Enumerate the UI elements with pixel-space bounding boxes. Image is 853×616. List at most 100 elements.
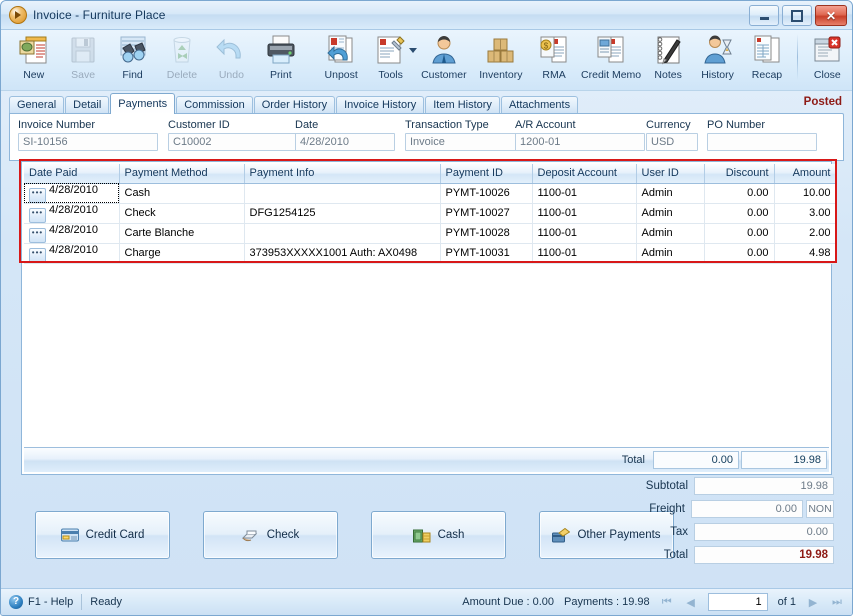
cell-deposit-account[interactable]: 1100-01: [532, 203, 637, 224]
cell-amount[interactable]: 10.00: [774, 183, 837, 204]
credit-card-icon: [60, 528, 79, 543]
cell-payment-info[interactable]: [244, 183, 441, 204]
col-payment-method[interactable]: Payment Method: [119, 164, 245, 184]
cell-discount[interactable]: 0.00: [704, 243, 775, 264]
toolbar-notes-button[interactable]: Notes: [643, 30, 692, 88]
cell-deposit-account[interactable]: 1100-01: [532, 183, 637, 204]
date-picker-icon[interactable]: •••: [29, 187, 46, 202]
cell-date-paid[interactable]: ••• 4/28/2010: [24, 203, 120, 224]
date-picker-icon[interactable]: •••: [29, 247, 46, 262]
first-page-button[interactable]: ⏮: [660, 596, 674, 609]
toolbar-rma-button[interactable]: $ RMA: [529, 30, 578, 88]
cell-payment-method[interactable]: Carte Blanche: [119, 223, 245, 244]
cell-date-paid[interactable]: ••• 4/28/2010: [24, 183, 120, 204]
maximize-button[interactable]: [782, 5, 812, 26]
cell-payment-id[interactable]: PYMT-10027: [440, 203, 533, 224]
cell-discount[interactable]: 0.00: [704, 183, 775, 204]
cell-date-paid[interactable]: ••• 4/28/2010: [24, 243, 120, 264]
toolbar-new-button[interactable]: New: [9, 30, 58, 88]
toolbar-undo-button[interactable]: Undo: [207, 30, 256, 88]
svg-text:$: $: [544, 42, 549, 51]
cell-user-id[interactable]: Admin: [636, 223, 705, 244]
toolbar-inventory-button[interactable]: Inventory: [472, 30, 529, 88]
date-input[interactable]: [295, 133, 395, 151]
cell-payment-info[interactable]: [244, 223, 441, 244]
help-label[interactable]: F1 - Help: [28, 596, 73, 608]
table-row[interactable]: ••• 4/28/2010 Check DFG1254125 PYMT-10027…: [24, 203, 837, 224]
toolbar-save-button[interactable]: Save: [58, 30, 107, 88]
cell-payment-id[interactable]: PYMT-10028: [440, 223, 533, 244]
po-number-input[interactable]: [707, 133, 817, 151]
toolbar-find-button[interactable]: Find: [108, 30, 157, 88]
cell-user-id[interactable]: Admin: [636, 183, 705, 204]
date-picker-icon[interactable]: •••: [29, 227, 46, 242]
date-picker-icon[interactable]: •••: [29, 207, 46, 222]
check-button[interactable]: Check: [203, 511, 338, 559]
toolbar-credit-memo-button[interactable]: Credit Memo: [579, 30, 644, 88]
col-date-paid[interactable]: Date Paid: [24, 164, 120, 184]
cash-button[interactable]: Cash: [371, 511, 506, 559]
tab-commission[interactable]: Commission: [176, 96, 253, 114]
tab-payments[interactable]: Payments: [110, 93, 176, 114]
cell-user-id[interactable]: Admin: [636, 243, 705, 264]
cell-payment-method[interactable]: Check: [119, 203, 245, 224]
cell-payment-info[interactable]: DFG1254125: [244, 203, 441, 224]
ar-account-input[interactable]: [515, 133, 645, 151]
toolbar-delete-button[interactable]: Delete: [157, 30, 206, 88]
cell-deposit-account[interactable]: 1100-01: [532, 223, 637, 244]
tab-order-history[interactable]: Order History: [253, 96, 336, 114]
toolbar-customer-button[interactable]: Customer: [415, 30, 472, 88]
subtotal-row: Subtotal 19.98: [594, 475, 834, 496]
cell-user-id[interactable]: Admin: [636, 203, 705, 224]
customer-id-input[interactable]: [168, 133, 308, 151]
col-amount[interactable]: Amount: [774, 164, 837, 184]
help-icon[interactable]: ?: [9, 595, 23, 609]
cell-payment-id[interactable]: PYMT-10026: [440, 183, 533, 204]
freight-tax-code[interactable]: NON: [806, 499, 834, 518]
cell-payment-method[interactable]: Charge: [119, 243, 245, 264]
toolbar-tools-button[interactable]: Tools: [366, 30, 418, 88]
freight-value[interactable]: 0.00: [691, 499, 803, 518]
tab-detail[interactable]: Detail: [65, 96, 110, 114]
cell-payment-method[interactable]: Cash: [119, 183, 245, 204]
amount-due-label: Amount Due : 0.00: [462, 596, 555, 608]
toolbar-history-label: History: [701, 69, 734, 81]
cell-amount[interactable]: 2.00: [774, 223, 837, 244]
cell-amount[interactable]: 4.98: [774, 243, 837, 264]
col-payment-info[interactable]: Payment Info: [244, 164, 441, 184]
cell-deposit-account[interactable]: 1100-01: [532, 243, 637, 264]
last-page-button[interactable]: ⏭: [830, 596, 844, 609]
cell-discount[interactable]: 0.00: [704, 203, 775, 224]
invoice-number-input[interactable]: [18, 133, 158, 151]
tab-invoice-history[interactable]: Invoice History: [336, 96, 425, 114]
cell-payment-id[interactable]: PYMT-10031: [440, 243, 533, 264]
col-payment-id[interactable]: Payment ID: [440, 164, 533, 184]
table-row[interactable]: ••• 4/28/2010 Carte Blanche PYMT-10028 11…: [24, 223, 837, 244]
page-number-input[interactable]: 1: [707, 593, 768, 611]
tab-item-history[interactable]: Item History: [425, 96, 500, 114]
col-user-id[interactable]: User ID: [636, 164, 705, 184]
cell-date-paid[interactable]: ••• 4/28/2010: [24, 223, 120, 244]
cell-discount[interactable]: 0.00: [704, 223, 775, 244]
previous-page-button[interactable]: ◀: [684, 596, 698, 609]
toolbar-history-button[interactable]: History: [693, 30, 742, 88]
credit-card-button[interactable]: Credit Card: [35, 511, 170, 559]
toolbar-close-button[interactable]: Close: [803, 30, 852, 88]
toolbar-print-button[interactable]: Print: [256, 30, 305, 88]
toolbar-unpost-button[interactable]: Unpost: [316, 30, 365, 88]
tab-general[interactable]: General: [9, 96, 65, 114]
close-button[interactable]: ✕: [815, 5, 847, 26]
minimize-button[interactable]: [749, 5, 779, 26]
col-deposit-account[interactable]: Deposit Account: [532, 164, 637, 184]
table-row[interactable]: ••• 4/28/2010 Charge 373953XXXXX1001 Auth…: [24, 243, 837, 264]
payment-action-buttons: Credit Card Check Cash Other Payments: [35, 511, 674, 559]
tab-attachments[interactable]: Attachments: [500, 96, 579, 114]
status-right-group: Amount Due : 0.00 Payments : 19.98 ⏮ ◀ 1…: [462, 593, 852, 611]
currency-input[interactable]: [646, 133, 698, 151]
next-page-button[interactable]: ▶: [806, 596, 820, 609]
table-row[interactable]: ••• 4/28/2010 Cash PYMT-10026 1100-01 Adm…: [24, 183, 837, 204]
cell-payment-info[interactable]: 373953XXXXX1001 Auth: AX0498: [244, 243, 441, 264]
toolbar-recap-button[interactable]: Recap: [742, 30, 791, 88]
cell-amount[interactable]: 3.00: [774, 203, 837, 224]
col-discount[interactable]: Discount: [704, 164, 775, 184]
